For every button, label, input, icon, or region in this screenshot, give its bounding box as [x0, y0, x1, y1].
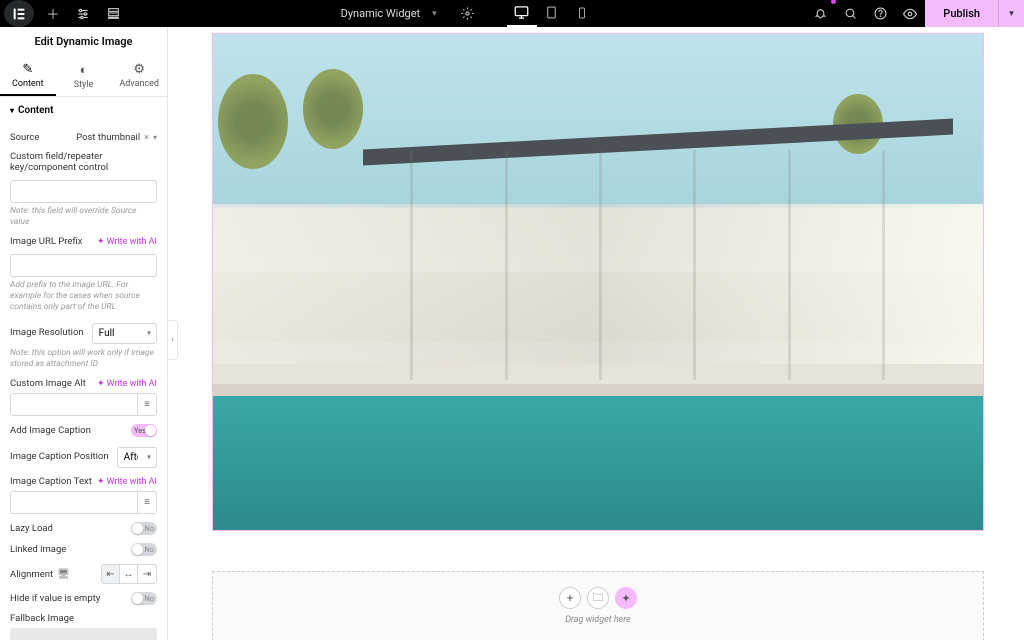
- decorative-edge: [213, 384, 983, 396]
- tab-content[interactable]: ✎ Content: [0, 56, 56, 96]
- align-right-button[interactable]: ⇥: [138, 565, 156, 583]
- url-prefix-input[interactable]: [10, 254, 157, 277]
- finder-button[interactable]: [835, 0, 865, 27]
- tab-advanced[interactable]: ⚙ Advanced: [111, 56, 167, 96]
- help-button[interactable]: [865, 0, 895, 27]
- sidebar-collapse-handle[interactable]: ‹: [168, 320, 178, 360]
- fallback-image-picker[interactable]: +: [10, 628, 157, 640]
- custom-field-note: Note: this field will override Source va…: [10, 206, 157, 228]
- url-prefix-note: Add prefix to the image URL. For example…: [10, 280, 157, 313]
- align-center-button[interactable]: ↔: [120, 565, 138, 583]
- dynamic-tags-button[interactable]: ≡: [138, 393, 157, 416]
- database-icon: ≡: [144, 497, 150, 508]
- ai-write-link[interactable]: Write with AI: [97, 477, 157, 487]
- folder-icon: 🗀: [593, 589, 604, 608]
- preview-button[interactable]: [895, 0, 925, 27]
- chevron-down-icon: ▾: [153, 133, 157, 142]
- droplet-icon: ◐: [56, 62, 112, 78]
- device-desktop-button[interactable]: [507, 0, 537, 27]
- linked-image-label: Linked image: [10, 544, 66, 555]
- caption-text-input[interactable]: [10, 491, 138, 514]
- custom-field-label: Custom field/repeater key/component cont…: [10, 151, 157, 173]
- toggle-knob: [145, 425, 156, 436]
- page-settings-button[interactable]: [453, 0, 483, 27]
- device-mobile-button[interactable]: [567, 0, 597, 27]
- dropzone-text: Drag widget here: [565, 615, 631, 625]
- source-value-select[interactable]: Post thumbnail × ▾: [76, 132, 157, 143]
- notifications-button[interactable]: [805, 0, 835, 27]
- toggle-knob: [132, 544, 143, 555]
- ai-write-link[interactable]: Write with AI: [97, 379, 157, 389]
- align-left-button[interactable]: ⇤: [102, 565, 120, 583]
- responsive-icon[interactable]: 🖥: [57, 569, 70, 580]
- resolution-select[interactable]: Full: [92, 323, 157, 344]
- ai-write-link[interactable]: Write with AI: [97, 237, 157, 247]
- elementor-logo[interactable]: [4, 0, 34, 27]
- publish-options-button[interactable]: ▾: [998, 0, 1024, 27]
- url-prefix-label: Image URL Prefix: [10, 236, 82, 247]
- hide-empty-label: Hide if value is empty: [10, 593, 100, 604]
- caption-position-label: Image Caption Position: [10, 451, 109, 462]
- fallback-label: Fallback Image: [10, 613, 74, 624]
- caption-position-select[interactable]: After: [117, 447, 157, 468]
- custom-field-input[interactable]: [10, 180, 157, 203]
- linked-image-toggle[interactable]: No: [131, 543, 157, 556]
- section-content-header[interactable]: ▾ Content: [0, 97, 167, 124]
- top-bar: ＋ Dynamic Widget ▾: [0, 0, 1024, 27]
- publish-button[interactable]: Publish: [925, 0, 998, 27]
- lazy-load-label: Lazy Load: [10, 523, 53, 534]
- tab-style[interactable]: ◐ Style: [56, 56, 112, 96]
- toggle-knob: [132, 523, 143, 534]
- resolution-label: Image Resolution: [10, 327, 84, 338]
- dynamic-tags-button[interactable]: ≡: [138, 491, 157, 514]
- add-template-button[interactable]: 🗀: [587, 587, 609, 609]
- add-element-button[interactable]: ＋: [38, 0, 68, 27]
- caption-text-label: Image Caption Text: [10, 476, 92, 487]
- custom-alt-input[interactable]: [10, 393, 138, 416]
- decorative-tree: [303, 69, 363, 149]
- decorative-columns: [363, 150, 953, 380]
- source-label: Source: [10, 132, 39, 143]
- resolution-note: Note: this option will work only if imag…: [10, 348, 157, 370]
- chevron-down-icon: ▾: [1009, 9, 1014, 19]
- alignment-label: Alignment: [10, 569, 53, 580]
- add-widget-button[interactable]: +: [559, 587, 581, 609]
- device-tablet-button[interactable]: [537, 0, 567, 27]
- widget-name-caret-icon[interactable]: ▾: [432, 9, 437, 19]
- site-settings-button[interactable]: [68, 0, 98, 27]
- panel-tabs: ✎ Content ◐ Style ⚙ Advanced: [0, 56, 167, 97]
- add-caption-toggle[interactable]: Yes: [131, 424, 157, 437]
- plus-icon: +: [567, 592, 573, 605]
- add-caption-label: Add Image Caption: [10, 425, 91, 436]
- dynamic-image-widget[interactable]: [212, 33, 984, 531]
- structure-button[interactable]: [98, 0, 128, 27]
- toggle-knob: [132, 593, 143, 604]
- pencil-icon: ✎: [0, 62, 56, 77]
- editor-sidebar: Edit Dynamic Image ✎ Content ◐ Style ⚙ A…: [0, 27, 168, 640]
- alignment-buttons: ⇤ ↔ ⇥: [101, 564, 157, 584]
- database-icon: ≡: [144, 399, 150, 410]
- widget-name-label: Dynamic Widget: [337, 7, 425, 20]
- clear-source-icon[interactable]: ×: [144, 133, 149, 143]
- preview-canvas: + 🗀 ✦ Drag widget here: [168, 27, 1024, 640]
- sparkle-icon: ✦: [621, 592, 630, 605]
- gear-icon: ⚙: [111, 62, 167, 77]
- widget-dropzone[interactable]: + 🗀 ✦ Drag widget here: [212, 571, 984, 640]
- hide-empty-toggle[interactable]: No: [131, 592, 157, 605]
- ai-add-button[interactable]: ✦: [615, 587, 637, 609]
- caret-down-icon: ▾: [10, 106, 14, 115]
- decorative-tree: [218, 74, 288, 169]
- custom-alt-label: Custom Image Alt: [10, 378, 86, 389]
- lazy-load-toggle[interactable]: No: [131, 522, 157, 535]
- panel-title: Edit Dynamic Image: [0, 27, 167, 56]
